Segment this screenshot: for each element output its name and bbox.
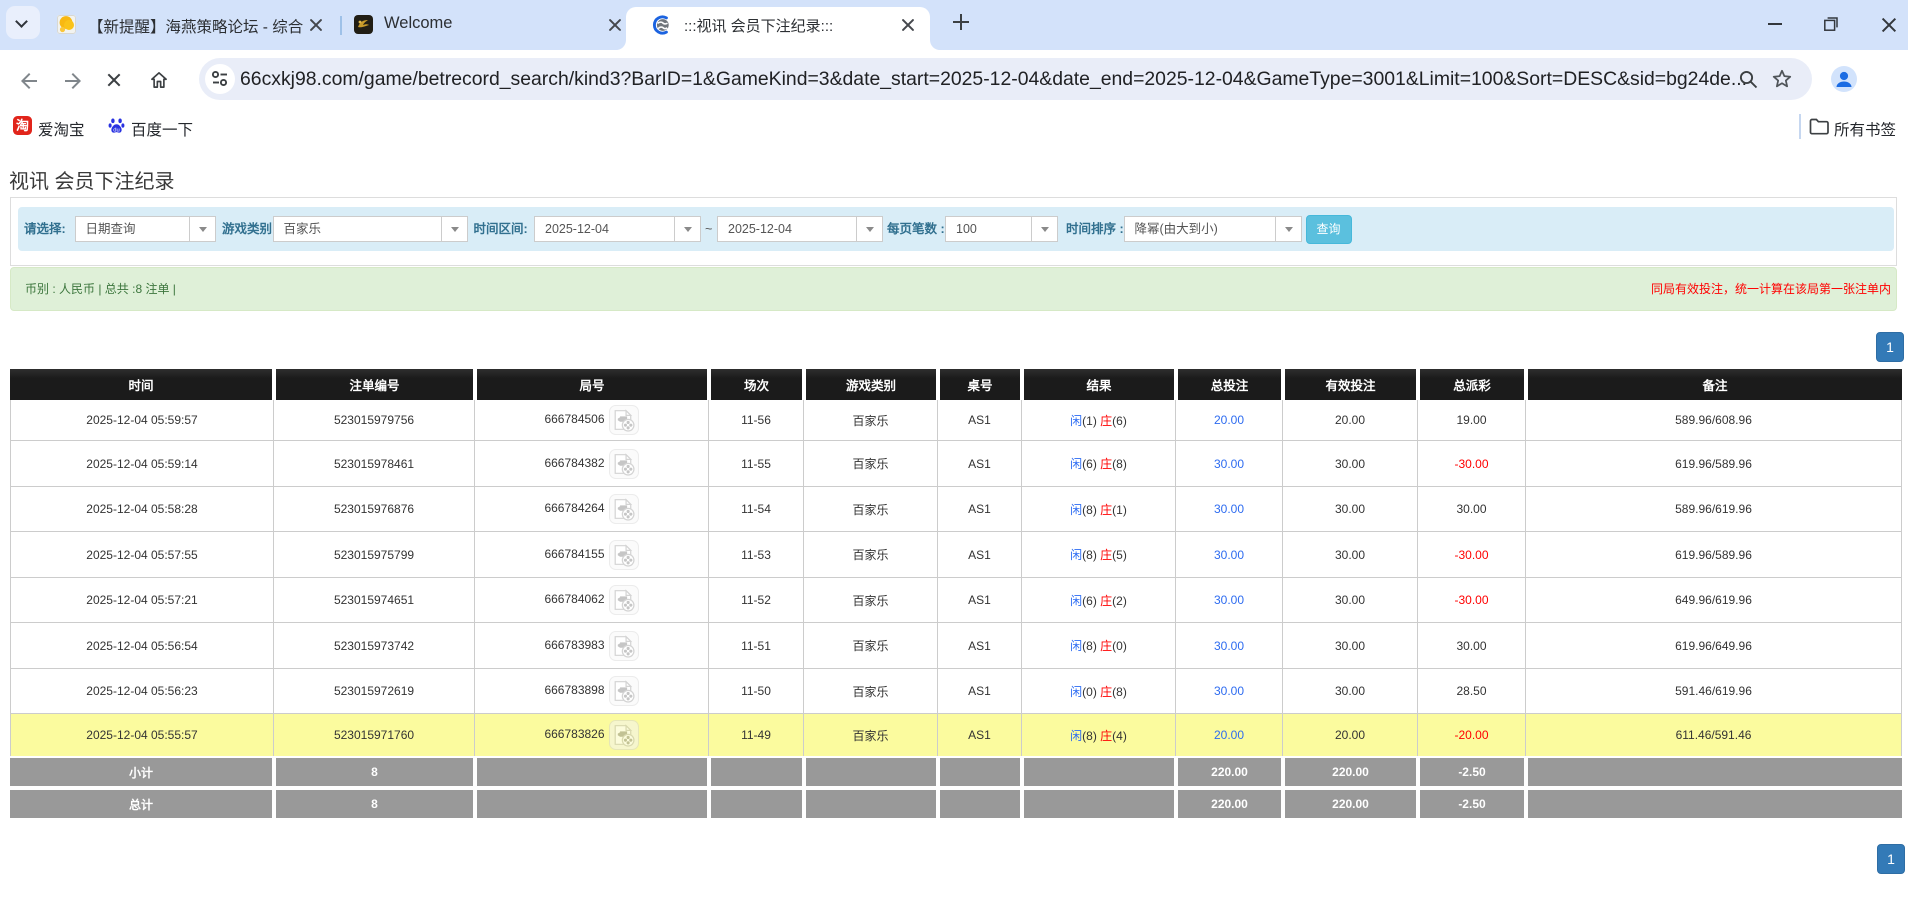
svg-text:du: du <box>113 128 120 134</box>
